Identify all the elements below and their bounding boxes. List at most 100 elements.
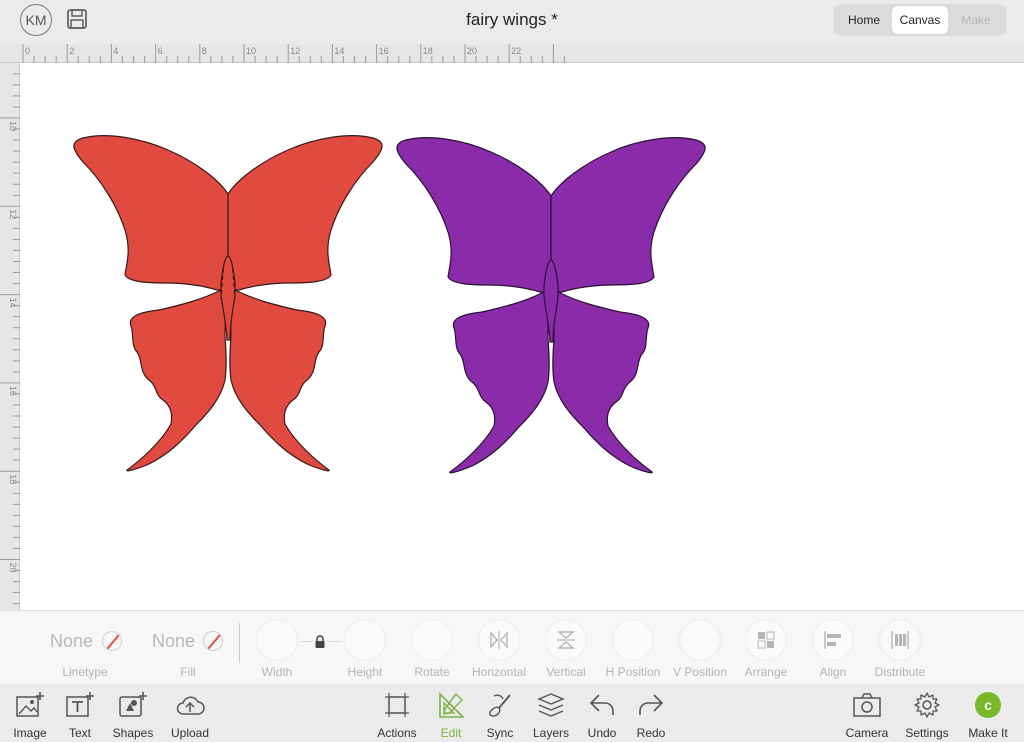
width-input[interactable] — [256, 619, 298, 661]
vertical-label: Vertical — [546, 665, 586, 679]
user-avatar[interactable]: KM — [20, 4, 52, 36]
height-label: Height — [347, 665, 383, 679]
align-control[interactable]: Align — [802, 611, 864, 685]
redo-label: Redo — [636, 726, 666, 740]
arrange-button[interactable] — [745, 619, 787, 661]
text-icon — [66, 692, 94, 717]
ruler-label: 18 — [423, 46, 433, 56]
fill-value: None — [152, 631, 196, 651]
camera-icon — [853, 693, 881, 717]
flip-horizontal-button[interactable] — [478, 619, 520, 661]
text-label: Text — [68, 726, 91, 740]
ruler-label: 16 — [379, 46, 389, 56]
ruler-label: 6 — [158, 46, 163, 56]
ruler-label: 8 — [202, 46, 207, 56]
divider — [239, 623, 240, 663]
properties-bar: None Linetype None Fill Width Height Rot… — [0, 610, 1024, 684]
design-canvas[interactable] — [21, 64, 1024, 610]
flip-vertical-icon — [557, 631, 575, 649]
linetype-control[interactable]: None Linetype — [42, 611, 128, 685]
fill-none-swatch-icon — [203, 631, 223, 651]
h-position-input[interactable] — [612, 619, 654, 661]
settings-button[interactable]: Settings — [897, 688, 957, 740]
shapes-button[interactable]: Shapes — [103, 688, 163, 740]
text-button[interactable]: Text — [50, 688, 110, 740]
camera-button[interactable]: Camera — [837, 688, 897, 740]
align-button[interactable] — [812, 619, 854, 661]
align-label: Align — [819, 665, 847, 679]
flip-vertical-button[interactable] — [545, 619, 587, 661]
tab-make: Make — [961, 13, 991, 27]
upload-cloud-icon — [176, 696, 205, 715]
upload-label: Upload — [170, 726, 210, 740]
linetype-label: Linetype — [62, 665, 108, 679]
flip-horizontal-control[interactable]: Horizontal — [468, 611, 530, 685]
butterfly-wings-purple[interactable] — [396, 137, 706, 474]
width-control[interactable]: Width — [246, 611, 308, 685]
redo-button[interactable]: Redo — [621, 688, 681, 740]
actions-label: Actions — [377, 726, 417, 740]
ruler-label: 22 — [511, 46, 521, 56]
layers-icon — [537, 693, 565, 717]
sync-brush-icon — [489, 694, 511, 717]
vertical-ruler: 10 12 14 16 18 20 — [0, 63, 20, 611]
v-position-control[interactable]: V Position — [669, 611, 731, 685]
undo-icon — [589, 694, 614, 715]
horizontal-ruler-ticks: 0 2 4 6 8 10 12 14 16 18 20 22 — [22, 44, 565, 63]
distribute-button[interactable] — [879, 619, 921, 661]
shapes-label: Shapes — [112, 726, 154, 740]
lock-icon[interactable] — [313, 635, 327, 649]
linetype-value: None — [50, 631, 94, 651]
tab-home[interactable]: Home — [836, 6, 892, 34]
fill-label: Fill — [180, 665, 196, 679]
shapes-icon — [119, 692, 147, 717]
lock-connector — [300, 641, 312, 642]
fill-control[interactable]: None Fill — [145, 611, 231, 685]
actions-button[interactable]: Actions — [367, 688, 427, 740]
make-it-icon: c — [975, 692, 1001, 718]
actions-icon — [385, 693, 409, 717]
flip-vertical-control[interactable]: Vertical — [535, 611, 597, 685]
top-bar: KM fairy wings * Home Canvas Make — [0, 0, 1024, 44]
linetype-none-swatch-icon — [102, 631, 122, 651]
v-position-input[interactable] — [679, 619, 721, 661]
upload-button[interactable]: Upload — [160, 688, 220, 740]
distribute-control[interactable]: Distribute — [869, 611, 931, 685]
ruler-label: 4 — [113, 46, 118, 56]
arrange-label: Arrange — [744, 665, 788, 679]
distribute-icon — [891, 631, 909, 649]
flip-horizontal-icon — [490, 631, 508, 649]
h-position-label: H Position — [605, 665, 661, 679]
ruler-label: 2 — [69, 46, 74, 56]
vertical-ruler-ticks: 101214161820 — [0, 73, 20, 605]
rotate-control[interactable]: Rotate — [401, 611, 463, 685]
make-it-label: Make It — [968, 726, 1008, 740]
bottom-toolbar: Image Text Shapes Upload Actions Edit Sy… — [0, 684, 1024, 742]
avatar-initials: KM — [25, 12, 47, 28]
horizontal-label: Horizontal — [471, 665, 527, 679]
image-icon — [16, 692, 44, 717]
arrange-icon — [757, 631, 775, 649]
save-icon[interactable] — [66, 8, 88, 30]
redo-icon — [639, 694, 664, 715]
ruler-label: 14 — [334, 46, 344, 56]
make-it-button[interactable]: c Make It — [958, 688, 1018, 740]
h-position-control[interactable]: H Position — [602, 611, 664, 685]
height-control[interactable]: Height — [334, 611, 396, 685]
width-label: Width — [261, 665, 293, 679]
gear-icon — [914, 692, 940, 718]
arrange-control[interactable]: Arrange — [735, 611, 797, 685]
ruler-label: 20 — [467, 46, 477, 56]
camera-label: Camera — [845, 726, 889, 740]
v-position-label: V Position — [672, 665, 728, 679]
mode-tabs: Home Canvas Make — [834, 4, 1006, 36]
rotate-label: Rotate — [414, 665, 450, 679]
butterfly-wings-red[interactable] — [73, 135, 383, 472]
align-icon — [824, 631, 841, 649]
edit-ruler-pencil-icon — [439, 692, 465, 718]
tab-canvas[interactable]: Canvas — [892, 6, 948, 34]
rotate-input[interactable] — [411, 619, 453, 661]
height-input[interactable] — [344, 619, 386, 661]
ruler-label: 10 — [246, 46, 256, 56]
ruler-label: 0 — [25, 46, 30, 56]
